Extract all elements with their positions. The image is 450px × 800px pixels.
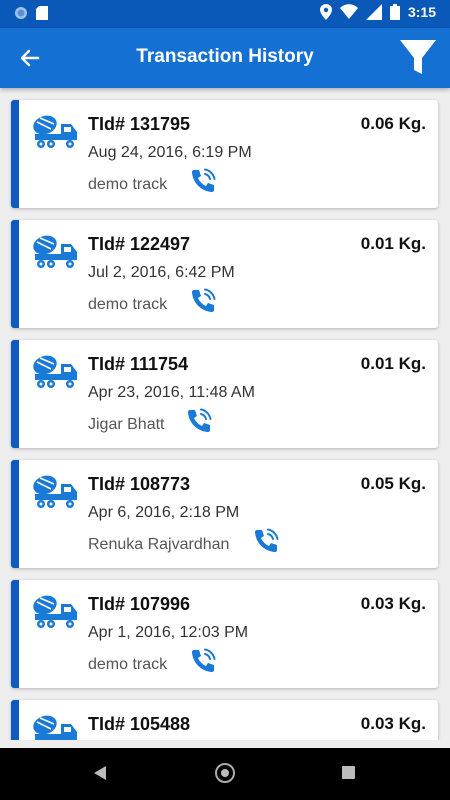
card-accent-bar <box>11 220 19 328</box>
transaction-id: TId# 107996 <box>88 594 191 614</box>
phone-call-icon[interactable] <box>184 406 214 436</box>
page-title: Transaction History <box>136 46 314 67</box>
status-right: 3:15 <box>319 4 436 20</box>
transaction-weight: 0.05 Kg. <box>360 474 426 493</box>
truck-icon <box>33 475 77 508</box>
card-accent-bar <box>11 580 19 688</box>
truck-icon <box>33 715 77 740</box>
phone-call-icon[interactable] <box>188 646 218 676</box>
truck-icon <box>33 115 77 148</box>
phone-call-icon[interactable] <box>188 286 218 316</box>
transaction-weight: 0.03 Kg. <box>360 714 426 733</box>
transaction-card[interactable]: TId# 122497 0.01 Kg. Jul 2, 2016, 6:42 P… <box>11 220 438 328</box>
card-accent-bar <box>11 700 19 740</box>
card-accent-bar <box>11 460 19 568</box>
transaction-card[interactable]: TId# 111754 0.01 Kg. Apr 23, 2016, 11:48… <box>11 340 438 448</box>
transaction-id: TId# 122497 <box>88 234 191 254</box>
transaction-card[interactable]: TId# 131795 0.06 Kg. Aug 24, 2016, 6:19 … <box>11 100 438 208</box>
nav-home-icon[interactable] <box>215 763 235 783</box>
transaction-owner: Renuka Rajvardhan <box>88 536 230 553</box>
transaction-date: Apr 23, 2016, 11:48 AM <box>88 384 255 401</box>
nav-back-icon[interactable] <box>92 765 108 781</box>
transaction-card[interactable]: TId# 107996 0.03 Kg. Apr 1, 2016, 12:03 … <box>11 580 438 688</box>
transaction-date: Jul 2, 2016, 6:42 PM <box>88 264 235 281</box>
truck-icon <box>33 595 77 628</box>
card-accent-bar <box>11 100 19 208</box>
funnel-icon <box>400 40 436 74</box>
transaction-owner: demo track <box>88 656 168 673</box>
transaction-date: Apr 6, 2016, 2:18 PM <box>88 504 240 521</box>
transaction-owner: demo track <box>88 176 168 193</box>
phone-call-icon[interactable] <box>188 166 218 196</box>
transaction-card[interactable]: TId# 105488 0.03 Kg. <box>11 700 438 740</box>
transaction-id: TId# 111754 <box>88 354 189 374</box>
truck-icon <box>33 235 77 268</box>
transaction-weight: 0.03 Kg. <box>360 594 426 613</box>
transaction-id: TId# 108773 <box>88 474 191 494</box>
battery-icon <box>389 4 400 20</box>
transaction-weight: 0.06 Kg. <box>360 114 426 133</box>
nav-recents-icon[interactable] <box>342 766 355 779</box>
transaction-owner: Jigar Bhatt <box>88 416 165 433</box>
transaction-date: Aug 24, 2016, 6:19 PM <box>88 144 252 161</box>
filter-button[interactable] <box>398 38 438 78</box>
transaction-weight: 0.01 Kg. <box>360 234 426 253</box>
status-time: 3:15 <box>407 4 436 20</box>
transaction-card[interactable]: TId# 108773 0.05 Kg. Apr 6, 2016, 2:18 P… <box>11 460 438 568</box>
transaction-owner: demo track <box>88 296 168 313</box>
transaction-id: TId# 131795 <box>88 114 191 134</box>
status-left <box>14 6 48 20</box>
transaction-date: Apr 1, 2016, 12:03 PM <box>88 624 249 641</box>
app-bar: Transaction History <box>0 28 450 88</box>
status-bar: 3:15 <box>0 0 450 28</box>
sd-card-icon <box>36 6 48 20</box>
transaction-id: TId# 105488 <box>88 714 191 734</box>
transaction-list[interactable]: TId# 131795 0.06 Kg. Aug 24, 2016, 6:19 … <box>0 88 450 740</box>
truck-icon <box>33 355 77 388</box>
signal-icon <box>365 4 382 20</box>
location-icon <box>319 4 332 20</box>
transaction-weight: 0.01 Kg. <box>360 354 426 373</box>
app-notification-icon <box>15 7 27 19</box>
wifi-icon <box>339 4 358 19</box>
system-nav-bar <box>0 748 450 800</box>
card-accent-bar <box>11 340 19 448</box>
phone-call-icon[interactable] <box>251 526 281 556</box>
